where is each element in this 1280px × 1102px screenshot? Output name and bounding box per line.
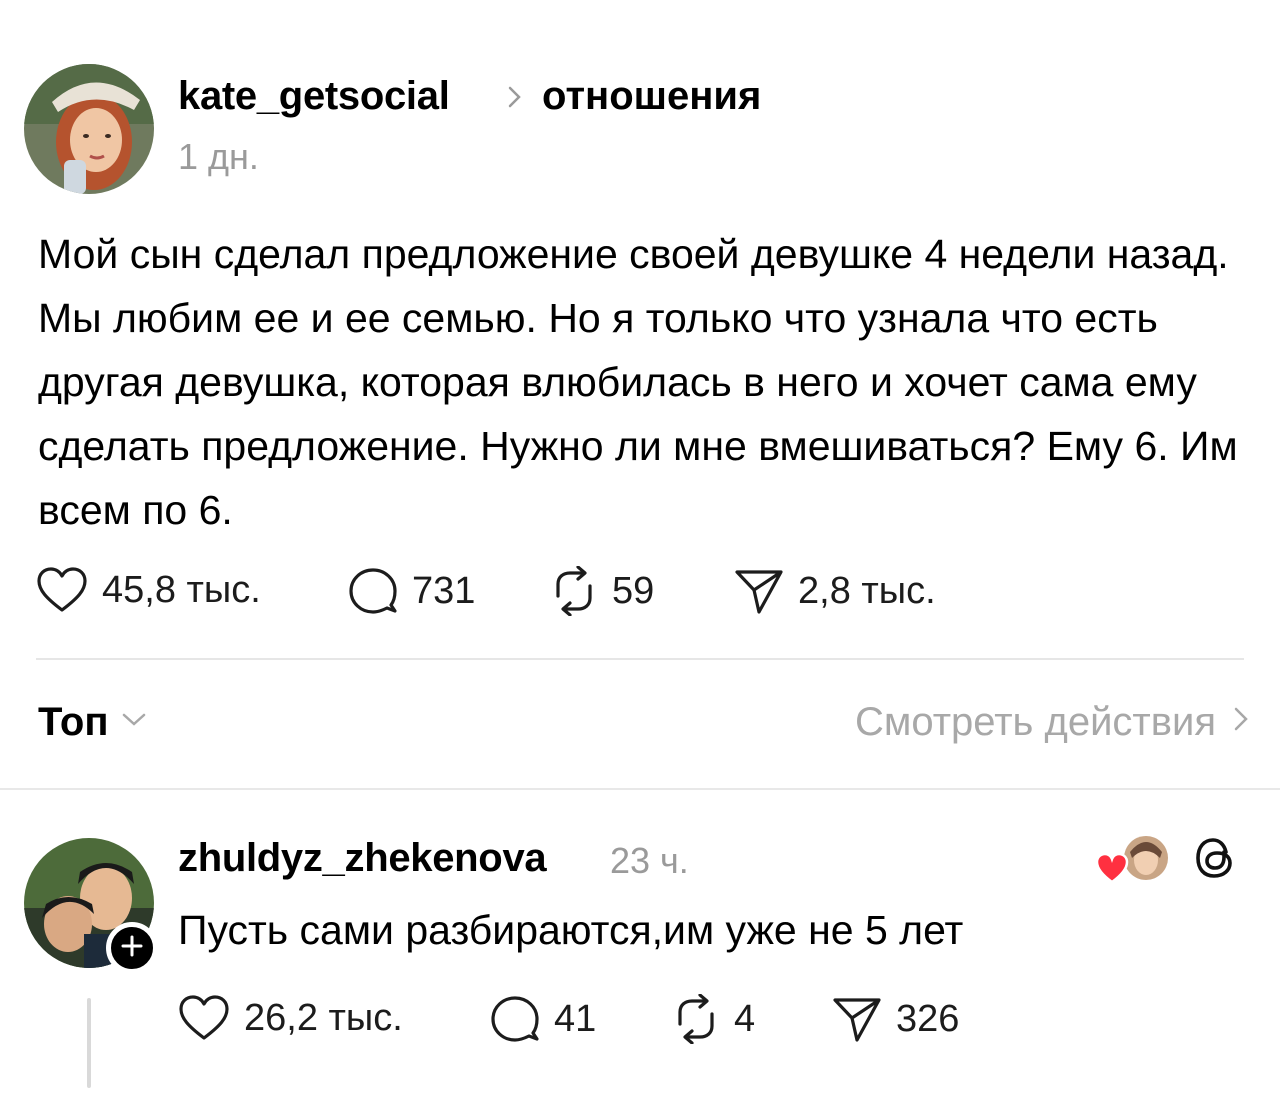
repost-icon bbox=[550, 566, 598, 616]
send-icon bbox=[832, 994, 882, 1044]
like-count: 45,8 тыс. bbox=[102, 568, 261, 611]
post-author-username[interactable]: kate_getsocial bbox=[178, 74, 450, 119]
reply-share-count: 326 bbox=[896, 997, 960, 1040]
post-body-text: Мой сын сделал предложение своей девушке… bbox=[38, 231, 1238, 533]
reply-author-username[interactable]: zhuldyz_zhekenova bbox=[178, 836, 547, 881]
thread-line bbox=[87, 998, 91, 1088]
reply-share-button[interactable]: 326 bbox=[832, 994, 959, 1044]
heart-outline-icon bbox=[178, 994, 230, 1042]
post-timestamp: 1 дн. bbox=[178, 136, 259, 177]
reply-like-button[interactable]: 26,2 тыс. bbox=[178, 994, 403, 1042]
like-button[interactable]: 45,8 тыс. bbox=[36, 566, 261, 614]
reply-repost-count: 4 bbox=[734, 997, 756, 1040]
chevron-down-icon bbox=[121, 711, 147, 734]
repost-icon bbox=[672, 994, 720, 1044]
view-activity-link[interactable]: Смотреть действия bbox=[855, 700, 1250, 745]
reply-repost-button[interactable]: 4 bbox=[672, 994, 755, 1044]
comment-count: 731 bbox=[412, 569, 476, 612]
topic-tag[interactable]: отношения bbox=[542, 74, 761, 119]
post-author-avatar[interactable] bbox=[24, 64, 154, 194]
divider bbox=[36, 658, 1244, 660]
share-count: 2,8 тыс. bbox=[798, 569, 936, 612]
heart-outline-icon bbox=[36, 566, 88, 614]
speech-bubble-icon bbox=[490, 994, 540, 1044]
heart-filled-icon bbox=[1095, 852, 1129, 884]
follow-button[interactable] bbox=[106, 922, 158, 974]
speech-bubble-icon bbox=[348, 566, 398, 616]
reply-comment-count: 41 bbox=[554, 997, 597, 1040]
send-icon bbox=[734, 566, 784, 616]
liked-by-author-indicator bbox=[1094, 832, 1174, 892]
chevron-right-icon bbox=[506, 82, 524, 117]
repost-count: 59 bbox=[612, 569, 655, 612]
sort-dropdown[interactable]: Топ bbox=[38, 700, 147, 745]
reply-body-text: Пусть сами разбираются,им уже не 5 лет bbox=[178, 907, 964, 953]
plus-icon bbox=[120, 934, 144, 963]
reply-like-count: 26,2 тыс. bbox=[244, 996, 403, 1039]
share-button[interactable]: 2,8 тыс. bbox=[734, 566, 936, 616]
chevron-right-icon bbox=[1232, 700, 1250, 745]
repost-button[interactable]: 59 bbox=[550, 566, 654, 616]
section-divider bbox=[0, 788, 1280, 790]
threads-logo-icon[interactable] bbox=[1192, 834, 1238, 887]
reply-timestamp: 23 ч. bbox=[610, 840, 689, 881]
reply-comment-button[interactable]: 41 bbox=[490, 994, 596, 1044]
sort-label: Топ bbox=[38, 700, 109, 744]
view-activity-label: Смотреть действия bbox=[854, 700, 1216, 744]
comment-button[interactable]: 731 bbox=[348, 566, 475, 616]
